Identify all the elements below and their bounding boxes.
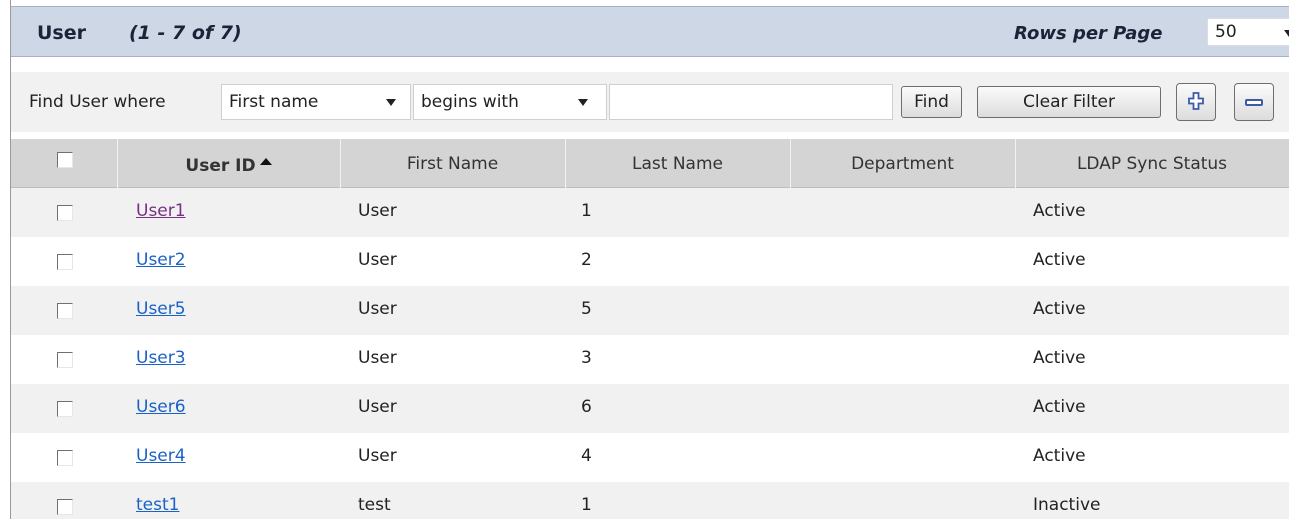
plus-icon	[1188, 92, 1204, 110]
table-row: User2 User 2 Active	[11, 237, 1289, 286]
filter-field-select[interactable]: First name	[221, 84, 411, 120]
last-name-cell: 2	[581, 250, 592, 270]
table-row: User6 User 6 Active	[11, 384, 1289, 433]
row-checkbox[interactable]	[57, 205, 73, 221]
ldap-status-cell: Active	[1033, 348, 1086, 368]
row-checkbox[interactable]	[57, 499, 73, 515]
ldap-status-cell: Active	[1033, 201, 1086, 221]
column-header-ldap-sync-status[interactable]: LDAP Sync Status	[1015, 154, 1289, 174]
row-checkbox[interactable]	[57, 450, 73, 466]
first-name-cell: User	[358, 397, 397, 417]
filter-operator-select[interactable]: begins with	[413, 84, 607, 120]
user-id-link[interactable]: User4	[136, 446, 186, 466]
first-name-cell: User	[358, 250, 397, 270]
find-button[interactable]: Find	[901, 86, 962, 118]
ldap-status-cell: Active	[1033, 250, 1086, 270]
last-name-cell: 1	[581, 201, 592, 221]
first-name-cell: User	[358, 348, 397, 368]
ldap-status-cell: Active	[1033, 299, 1086, 319]
filter-operator-value: begins with	[421, 92, 519, 112]
title-bar: User (1 - 7 of 7) Rows per Page 50	[11, 6, 1289, 57]
user-id-link[interactable]: test1	[136, 495, 179, 515]
user-id-link[interactable]: User1	[136, 201, 186, 221]
column-header-label: User ID	[185, 156, 256, 176]
first-name-cell: User	[358, 446, 397, 466]
filter-label: Find User where	[29, 92, 166, 112]
table-row: User1 User 1 Active	[11, 188, 1289, 237]
rows-per-page-label: Rows per Page	[1014, 23, 1163, 44]
user-list-panel: User (1 - 7 of 7) Rows per Page 50 Find …	[0, 0, 1289, 519]
clear-filter-button[interactable]: Clear Filter	[977, 86, 1161, 118]
table-row: User5 User 5 Active	[11, 286, 1289, 335]
rows-per-page-value: 50	[1215, 22, 1237, 42]
first-name-cell: User	[358, 299, 397, 319]
table-row: User3 User 3 Active	[11, 335, 1289, 384]
filter-field-value: First name	[229, 92, 319, 112]
record-count: (1 - 7 of 7)	[129, 22, 242, 44]
chevron-down-icon	[1284, 30, 1289, 37]
sort-ascending-icon	[259, 158, 272, 165]
ldap-status-cell: Inactive	[1033, 495, 1101, 515]
row-checkbox[interactable]	[57, 303, 73, 319]
chevron-down-icon	[578, 99, 588, 106]
column-header-department[interactable]: Department	[790, 154, 1015, 174]
column-header-user-id[interactable]: User ID	[117, 156, 340, 176]
column-header-last-name[interactable]: Last Name	[565, 154, 790, 174]
row-checkbox[interactable]	[57, 352, 73, 368]
first-name-cell: test	[358, 495, 391, 515]
remove-filter-button[interactable]	[1234, 83, 1274, 121]
last-name-cell: 5	[581, 299, 592, 319]
last-name-cell: 1	[581, 495, 592, 515]
row-checkbox[interactable]	[57, 254, 73, 270]
table-row: User4 User 4 Active	[11, 433, 1289, 482]
last-name-cell: 3	[581, 348, 592, 368]
ldap-status-cell: Active	[1033, 397, 1086, 417]
user-id-link[interactable]: User5	[136, 299, 186, 319]
user-id-link[interactable]: User3	[136, 348, 186, 368]
column-header-first-name[interactable]: First Name	[340, 154, 565, 174]
chevron-down-icon	[386, 99, 396, 106]
minus-icon	[1245, 99, 1263, 106]
ldap-status-cell: Active	[1033, 446, 1086, 466]
rows-per-page-select[interactable]: 50	[1207, 18, 1289, 46]
table-header: User ID First Name Last Name Department …	[11, 139, 1289, 188]
user-id-link[interactable]: User6	[136, 397, 186, 417]
first-name-cell: User	[358, 201, 397, 221]
filter-bar: Find User where First name begins with F…	[11, 72, 1289, 132]
last-name-cell: 4	[581, 446, 592, 466]
page-title: User	[37, 22, 86, 44]
last-name-cell: 6	[581, 397, 592, 417]
search-input[interactable]	[609, 84, 893, 120]
row-checkbox[interactable]	[57, 401, 73, 417]
select-all-checkbox[interactable]	[57, 152, 73, 168]
table-row: test1 test 1 Inactive	[11, 482, 1289, 519]
add-filter-button[interactable]	[1176, 83, 1216, 121]
user-id-link[interactable]: User2	[136, 250, 186, 270]
